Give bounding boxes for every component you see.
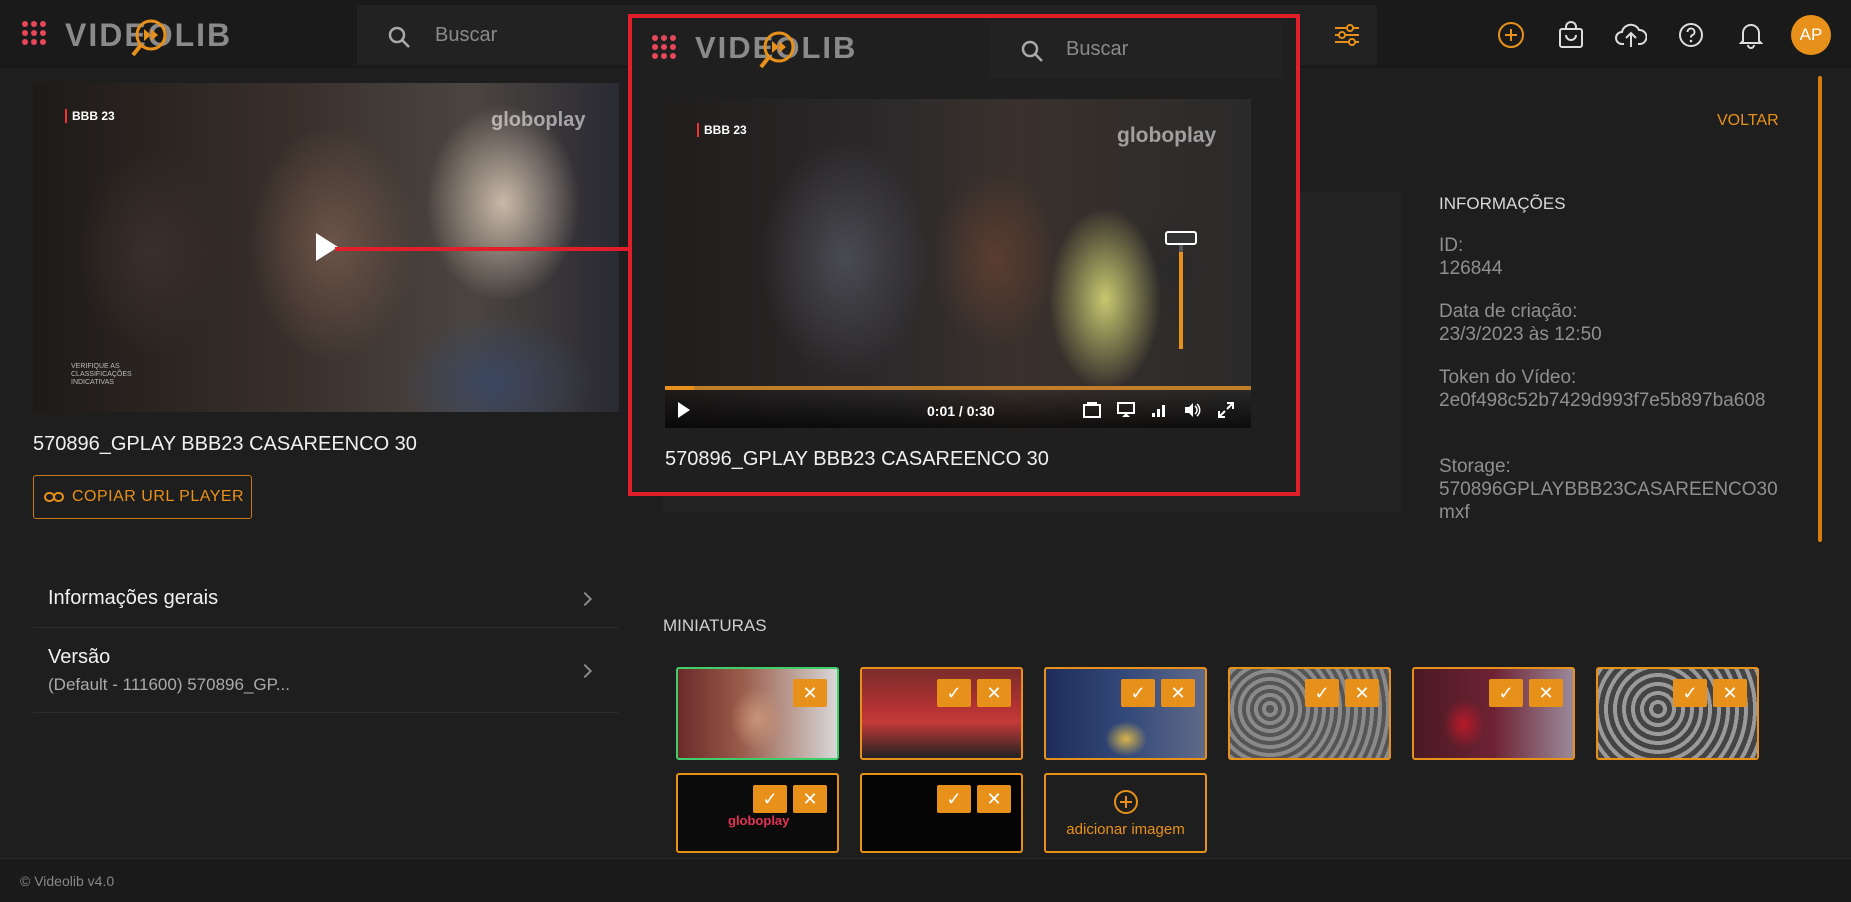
- user-avatar[interactable]: AP: [1791, 15, 1831, 55]
- search-icon: [388, 26, 410, 48]
- thumbnail-7[interactable]: ✓ ✕ globoplay: [676, 773, 839, 853]
- shopping-bag-icon[interactable]: [1554, 18, 1588, 52]
- logo-magnifier-icon: [759, 31, 795, 69]
- info-value-created: 23/3/2023 às 12:50: [1439, 324, 1602, 345]
- select-thumbnail-button[interactable]: ✓: [1489, 679, 1523, 707]
- remove-thumbnail-button[interactable]: ✕: [1713, 679, 1747, 707]
- quality-signal-icon[interactable]: [1151, 402, 1167, 418]
- volume-icon[interactable]: [1183, 401, 1201, 419]
- video-player[interactable]: BBB 23 globoplay 0:01 / 0:30: [665, 99, 1251, 428]
- info-value-storage: 570896GPLAYBBB23CASAREENCO30mxf: [1439, 479, 1778, 523]
- add-circle-icon[interactable]: [1494, 18, 1528, 52]
- select-thumbnail-button[interactable]: ✓: [1121, 679, 1155, 707]
- remove-thumbnail-button[interactable]: ✕: [1161, 679, 1195, 707]
- menu-informacoes-gerais[interactable]: Informações gerais: [33, 570, 618, 628]
- select-thumbnail-button[interactable]: ✓: [937, 679, 971, 707]
- player-controls: 0:01 / 0:30: [665, 386, 1251, 428]
- menu-versao[interactable]: Versão (Default - 111600) 570896_GP...: [33, 628, 618, 713]
- info-label-storage: Storage:: [1439, 456, 1511, 477]
- select-thumbnail-button[interactable]: ✓: [753, 785, 787, 813]
- cloud-upload-icon[interactable]: [1614, 18, 1648, 52]
- remove-thumbnail-button[interactable]: ✕: [793, 679, 827, 707]
- menu-label: Versão: [48, 646, 111, 668]
- select-thumbnail-button[interactable]: ✓: [937, 785, 971, 813]
- callout-line: [335, 247, 630, 251]
- select-thumbnail-button[interactable]: ✓: [1305, 679, 1339, 707]
- menu-label: Informações gerais: [48, 587, 219, 609]
- globoplay-watermark: globoplay: [1117, 124, 1217, 147]
- copyright-text: © Videolib v4.0: [20, 873, 115, 889]
- remove-thumbnail-button[interactable]: ✕: [977, 785, 1011, 813]
- info-label-id: ID:: [1439, 235, 1464, 256]
- thumbnail-globoplay-text: globoplay: [728, 813, 790, 828]
- chevron-right-icon: [577, 591, 593, 607]
- search-bar[interactable]: Buscar: [990, 20, 1282, 78]
- search-icon: [1021, 40, 1043, 62]
- apps-grid-icon: [652, 35, 676, 59]
- add-circle-icon: [1113, 789, 1138, 814]
- subtitles-icon[interactable]: [1083, 402, 1101, 418]
- bbb-badge: BBB 23: [65, 109, 115, 123]
- thumbnail-4[interactable]: ✓ ✕: [1228, 667, 1391, 760]
- search-input[interactable]: Buscar: [435, 24, 497, 47]
- remove-thumbnail-button[interactable]: ✕: [977, 679, 1011, 707]
- remove-thumbnail-button[interactable]: ✕: [1529, 679, 1563, 707]
- help-icon[interactable]: [1674, 18, 1708, 52]
- info-label-created: Data de criação:: [1439, 301, 1578, 322]
- bbb-badge: BBB 23: [697, 123, 747, 137]
- bell-icon[interactable]: [1734, 18, 1768, 52]
- videolib-logo: VIDEOLIB: [695, 30, 857, 69]
- remove-thumbnail-button[interactable]: ✕: [793, 785, 827, 813]
- volume-slider[interactable]: [1165, 231, 1197, 349]
- volume-handle[interactable]: [1165, 231, 1197, 245]
- thumbnail-6[interactable]: ✓ ✕: [1596, 667, 1759, 760]
- back-link[interactable]: VOLTAR: [1717, 112, 1779, 130]
- thumbnail-1[interactable]: ✕: [676, 667, 839, 760]
- thumbnail-3[interactable]: ✓ ✕: [1044, 667, 1207, 760]
- rating-notice: VERIFIQUE AS CLASSIFICAÇÕES INDICATIVAS: [71, 363, 132, 386]
- info-label-token: Token do Vídeo:: [1439, 367, 1577, 388]
- logo-magnifier-icon: [131, 19, 167, 57]
- info-heading: INFORMAÇÕES: [1439, 194, 1566, 213]
- scrollbar[interactable]: [1818, 76, 1822, 542]
- videolib-logo[interactable]: VIDEOLIB: [65, 17, 232, 57]
- thumbnail-5[interactable]: ✓ ✕: [1412, 667, 1575, 760]
- footer: © Videolib v4.0: [0, 858, 1851, 902]
- info-value-id: 126844: [1439, 258, 1503, 279]
- cast-icon[interactable]: [1117, 402, 1135, 418]
- add-image-button[interactable]: adicionar imagem: [1044, 773, 1207, 853]
- add-image-label: adicionar imagem: [1066, 820, 1185, 838]
- thumbnails-heading: MINIATURAS: [663, 616, 767, 635]
- info-value-token: 2e0f498c52b7429d993f7e5b897ba608: [1439, 390, 1766, 411]
- video-title: 570896_GPLAY BBB23 CASAREENCO 30: [33, 433, 417, 455]
- copy-url-player-button[interactable]: COPIAR URL PLAYER: [33, 475, 252, 519]
- select-thumbnail-button[interactable]: ✓: [1673, 679, 1707, 707]
- fullscreen-icon[interactable]: [1218, 402, 1234, 418]
- link-icon: [44, 492, 64, 502]
- play-icon[interactable]: [677, 401, 691, 419]
- remove-thumbnail-button[interactable]: ✕: [1345, 679, 1379, 707]
- search-input[interactable]: Buscar: [1066, 38, 1128, 61]
- thumbnail-8[interactable]: ✓ ✕: [860, 773, 1023, 853]
- chevron-right-icon: [577, 663, 593, 679]
- copy-url-label: COPIAR URL PLAYER: [72, 488, 245, 505]
- globoplay-watermark: globoplay: [491, 109, 586, 131]
- time-display: 0:01 / 0:30: [927, 403, 995, 419]
- apps-grid-icon[interactable]: [22, 21, 46, 45]
- thumbnail-2[interactable]: ✓ ✕: [860, 667, 1023, 760]
- player-popup: VIDEOLIB Buscar BBB 23 globoplay 0:01 / …: [628, 14, 1300, 496]
- video-scene-image: [665, 99, 1251, 428]
- video-title: 570896_GPLAY BBB23 CASAREENCO 30: [665, 448, 1049, 470]
- menu-sub-label: (Default - 111600) 570896_GP...: [48, 675, 290, 694]
- progress-bar[interactable]: [665, 386, 1251, 390]
- filter-sliders-icon[interactable]: [1330, 18, 1364, 52]
